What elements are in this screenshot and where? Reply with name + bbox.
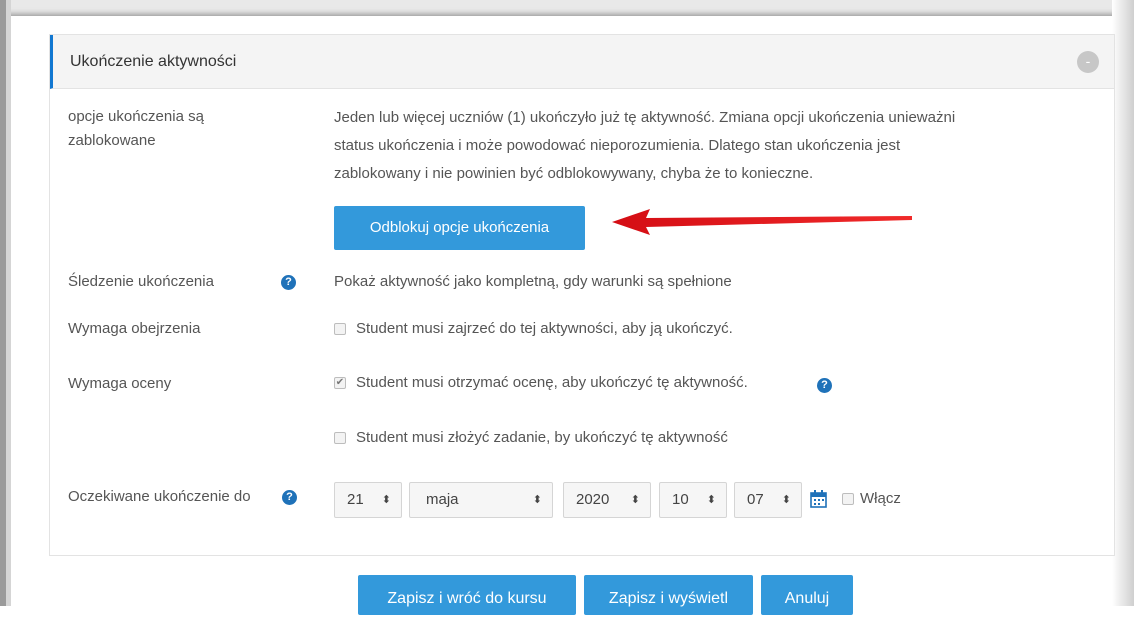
save-and-display-button[interactable]: Zapisz i wyświetl xyxy=(584,575,753,615)
collapse-icon[interactable]: - xyxy=(1077,51,1099,73)
require-view-label: Wymaga obejrzenia xyxy=(68,320,201,337)
month-value: maja xyxy=(426,491,459,508)
minute-value: 07 xyxy=(747,491,764,508)
require-grade-checkbox[interactable]: ✔ xyxy=(334,377,346,389)
check-icon: ✔ xyxy=(335,377,345,388)
require-grade-text: Student musi otrzymać ocenę, aby ukończy… xyxy=(356,374,748,391)
tracking-value: Pokaż aktywność jako kompletną, gdy waru… xyxy=(334,273,732,290)
locked-label-line2: zablokowane xyxy=(68,132,156,149)
locked-description-line2: status ukończenia i może powodować niepo… xyxy=(334,137,901,154)
select-arrow-icon: ⬍ xyxy=(630,494,640,506)
require-view-text: Student musi zajrzeć do tej aktywności, … xyxy=(356,320,733,337)
left-frame-edge-light xyxy=(6,0,11,606)
require-grade-label: Wymaga oceny xyxy=(68,375,172,392)
require-submit-text: Student musi złożyć zadanie, by ukończyć… xyxy=(356,429,728,446)
locked-label: opcje ukończenia są xyxy=(68,108,204,125)
year-select[interactable]: 2020 ⬍ xyxy=(563,482,651,518)
section-title: Ukończenie aktywności xyxy=(70,53,237,70)
save-and-return-button[interactable]: Zapisz i wróć do kursu xyxy=(358,575,576,615)
red-arrow-annotation xyxy=(612,209,912,235)
expected-completion-label: Oczekiwane ukończenie do xyxy=(68,488,251,505)
select-arrow-icon: ⬍ xyxy=(781,494,791,506)
select-arrow-icon: ⬍ xyxy=(381,494,391,506)
calendar-icon[interactable] xyxy=(810,490,827,508)
cancel-button[interactable]: Anuluj xyxy=(761,575,853,615)
unlock-completion-button[interactable]: Odblokuj opcje ukończenia xyxy=(334,206,585,250)
hour-select[interactable]: 10 ⬍ xyxy=(659,482,727,518)
top-shadow-bar xyxy=(0,0,1134,16)
hour-value: 10 xyxy=(672,491,689,508)
tracking-label: Śledzenie ukończenia xyxy=(68,273,214,290)
enable-date-label: Włącz xyxy=(860,490,901,507)
help-icon[interactable]: ? xyxy=(817,378,832,393)
section-header[interactable]: Ukończenie aktywności - xyxy=(50,35,1114,89)
year-value: 2020 xyxy=(576,491,610,508)
locked-description-line3: zablokowany i nie powinien być odblokowy… xyxy=(334,165,814,182)
minute-select[interactable]: 07 ⬍ xyxy=(734,482,802,518)
require-submit-checkbox[interactable] xyxy=(334,432,346,444)
locked-description-line1: Jeden lub więcej uczniów (1) ukończyło j… xyxy=(334,109,956,126)
select-arrow-icon: ⬍ xyxy=(706,494,716,506)
help-icon[interactable]: ? xyxy=(282,490,297,505)
help-icon[interactable]: ? xyxy=(281,275,296,290)
select-arrow-icon: ⬍ xyxy=(532,494,542,506)
day-value: 21 xyxy=(347,491,364,508)
require-view-checkbox[interactable] xyxy=(334,323,346,335)
day-select[interactable]: 21 ⬍ xyxy=(334,482,402,518)
right-frame-edge xyxy=(1112,0,1134,606)
enable-date-checkbox[interactable] xyxy=(842,493,854,505)
month-select[interactable]: maja ⬍ xyxy=(409,482,553,518)
